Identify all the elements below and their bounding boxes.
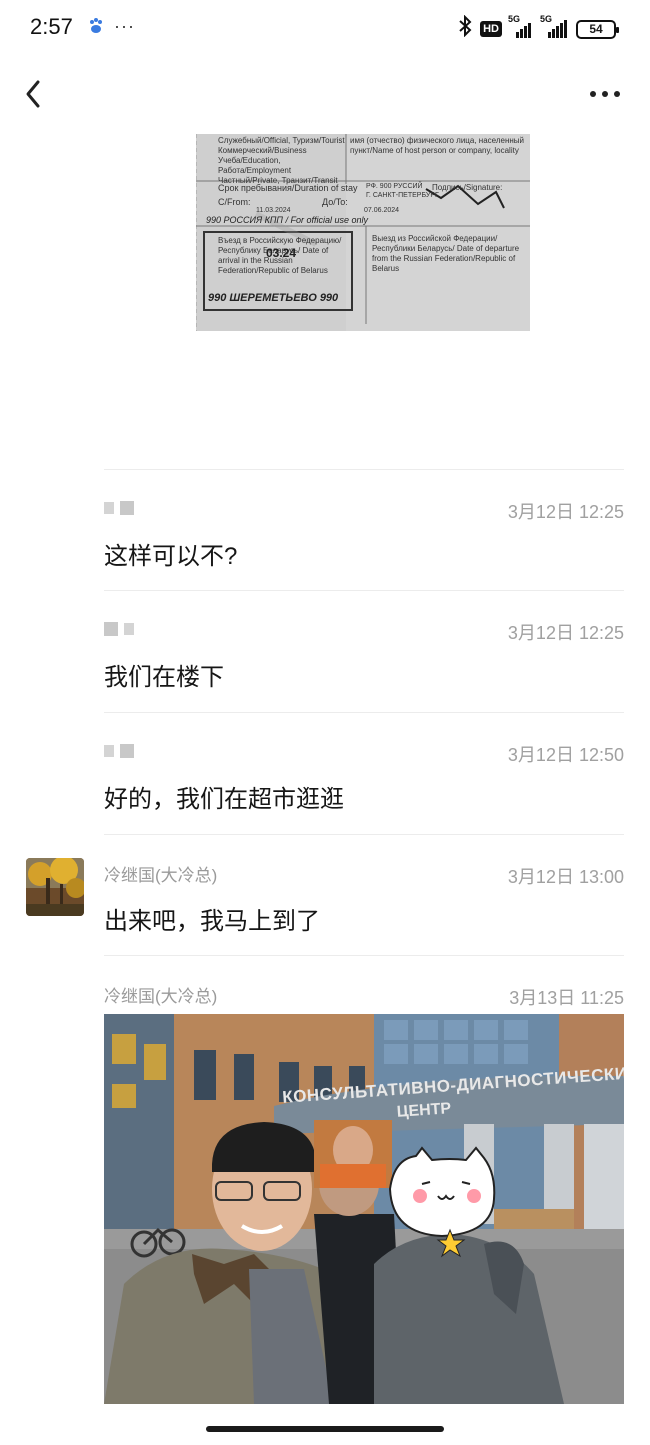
home-indicator[interactable] <box>206 1426 444 1432</box>
sender-name <box>104 498 140 518</box>
message-text: 这样可以不? <box>104 543 238 570</box>
more-dots-icon <box>590 91 620 97</box>
battery-indicator: 54 <box>576 19 619 39</box>
nav-bar <box>0 58 650 134</box>
sender-name: 冷继国(大冷总) <box>104 986 218 1006</box>
chevron-left-icon <box>26 80 40 108</box>
shared-photo[interactable]: КОНСУЛЬТАТИВНО-ДИАГНОСТИЧЕСКИЙ ЦЕНТР <box>104 1014 624 1404</box>
message-item[interactable]: 冷继国(大冷总) 3月12日 13:00 出来吧，我马上到了 <box>104 834 624 955</box>
avatar[interactable] <box>26 858 84 916</box>
message-time: 3月12日 13:00 <box>507 867 624 887</box>
notification-more-icon: ··· <box>114 16 135 36</box>
message-time: 3月12日 12:25 <box>507 623 624 643</box>
message-item[interactable]: 3月12日 12:25 这样可以不? <box>104 469 624 590</box>
signal-2-icon: 5G <box>540 14 568 38</box>
message-time: 3月12日 12:50 <box>507 745 624 765</box>
signal-1-icon: 5G <box>508 14 534 38</box>
back-button[interactable] <box>20 74 50 114</box>
sender-name <box>104 619 140 639</box>
status-time: 2:57 <box>30 14 73 39</box>
message-text: 好的，我们在超市逛逛 <box>104 786 344 813</box>
migration-card-image[interactable]: Служебный/Official, Туризм/Tourist Комме… <box>196 134 530 331</box>
status-bar: 2:57 ··· HD 5G 5G 54 <box>0 0 650 58</box>
sender-name <box>104 741 140 761</box>
sender-name: 冷继国(大冷总) <box>104 865 218 885</box>
message-time: 3月12日 12:25 <box>507 502 624 522</box>
message-text: 出来吧，我马上到了 <box>104 908 320 935</box>
bluetooth-icon <box>458 14 472 43</box>
paw-icon <box>88 17 104 35</box>
message-text: 我们在楼下 <box>104 664 224 691</box>
message-time: 3月13日 11:25 <box>509 988 624 1008</box>
message-item[interactable]: 3月12日 12:25 我们在楼下 <box>104 590 624 712</box>
message-item[interactable]: 3月12日 12:50 好的，我们在超市逛逛 <box>104 712 624 834</box>
hd-badge: HD <box>480 21 502 37</box>
more-button[interactable] <box>588 84 622 104</box>
message-item[interactable]: 冷继国(大冷总) 3月13日 11:25 <box>104 955 624 1015</box>
